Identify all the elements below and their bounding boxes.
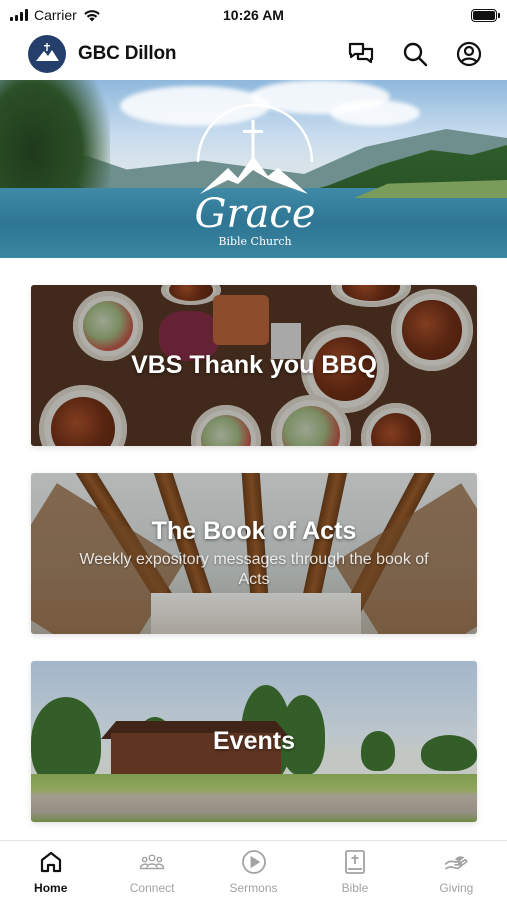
signal-icon [10,9,28,21]
hero-banner: Grace Bible Church [0,80,507,258]
card-title: VBS Thank you BBQ [131,351,377,379]
status-left: Carrier [10,7,101,23]
tab-connect[interactable]: Connect [101,841,202,900]
chat-icon[interactable] [347,40,375,68]
card-vbs-bbq[interactable]: VBS Thank you BBQ [31,285,477,446]
bible-icon [342,849,368,875]
content-feed: VBS Thank you BBQ The Book of Acts Weekl… [0,258,507,838]
search-icon[interactable] [401,40,429,68]
giving-icon [443,849,469,875]
app-title: GBC Dillon [78,43,177,64]
card-text: VBS Thank you BBQ [31,285,477,446]
play-icon [241,849,267,875]
header-actions [347,40,483,68]
card-subtitle: Weekly expository messages through the b… [79,551,429,588]
carrier-label: Carrier [34,7,77,23]
tab-home[interactable]: Home [0,841,101,900]
church-logo [28,35,66,73]
tab-label: Connect [129,881,175,895]
tab-giving[interactable]: Giving [406,841,507,900]
tab-sermons[interactable]: Sermons [203,841,304,900]
card-text: The Book of Acts Weekly expository messa… [31,473,477,634]
battery-icon [471,8,500,22]
account-icon[interactable] [455,40,483,68]
people-icon [139,849,165,875]
tab-bar: Home Connect Sermons Bible Giving [0,840,507,900]
tab-label: Sermons [229,881,278,895]
hero-logo-sub: Bible Church [218,235,291,248]
wifi-icon [83,9,100,21]
hero-logo-word: Grace [195,191,316,237]
home-icon [38,849,64,875]
tab-label: Home [34,881,68,895]
tab-bible[interactable]: Bible [304,841,405,900]
tab-label: Giving [439,881,474,895]
card-title: The Book of Acts [151,517,357,545]
card-title: Events [213,727,295,755]
card-text: Events [31,661,477,822]
status-bar: Carrier 10:26 AM [0,0,507,30]
card-book-of-acts[interactable]: The Book of Acts Weekly expository messa… [31,473,477,634]
tab-label: Bible [341,881,369,895]
app-header: GBC Dillon [0,30,507,78]
grace-logo: Grace Bible Church [195,103,316,248]
card-events[interactable]: Events [31,661,477,822]
